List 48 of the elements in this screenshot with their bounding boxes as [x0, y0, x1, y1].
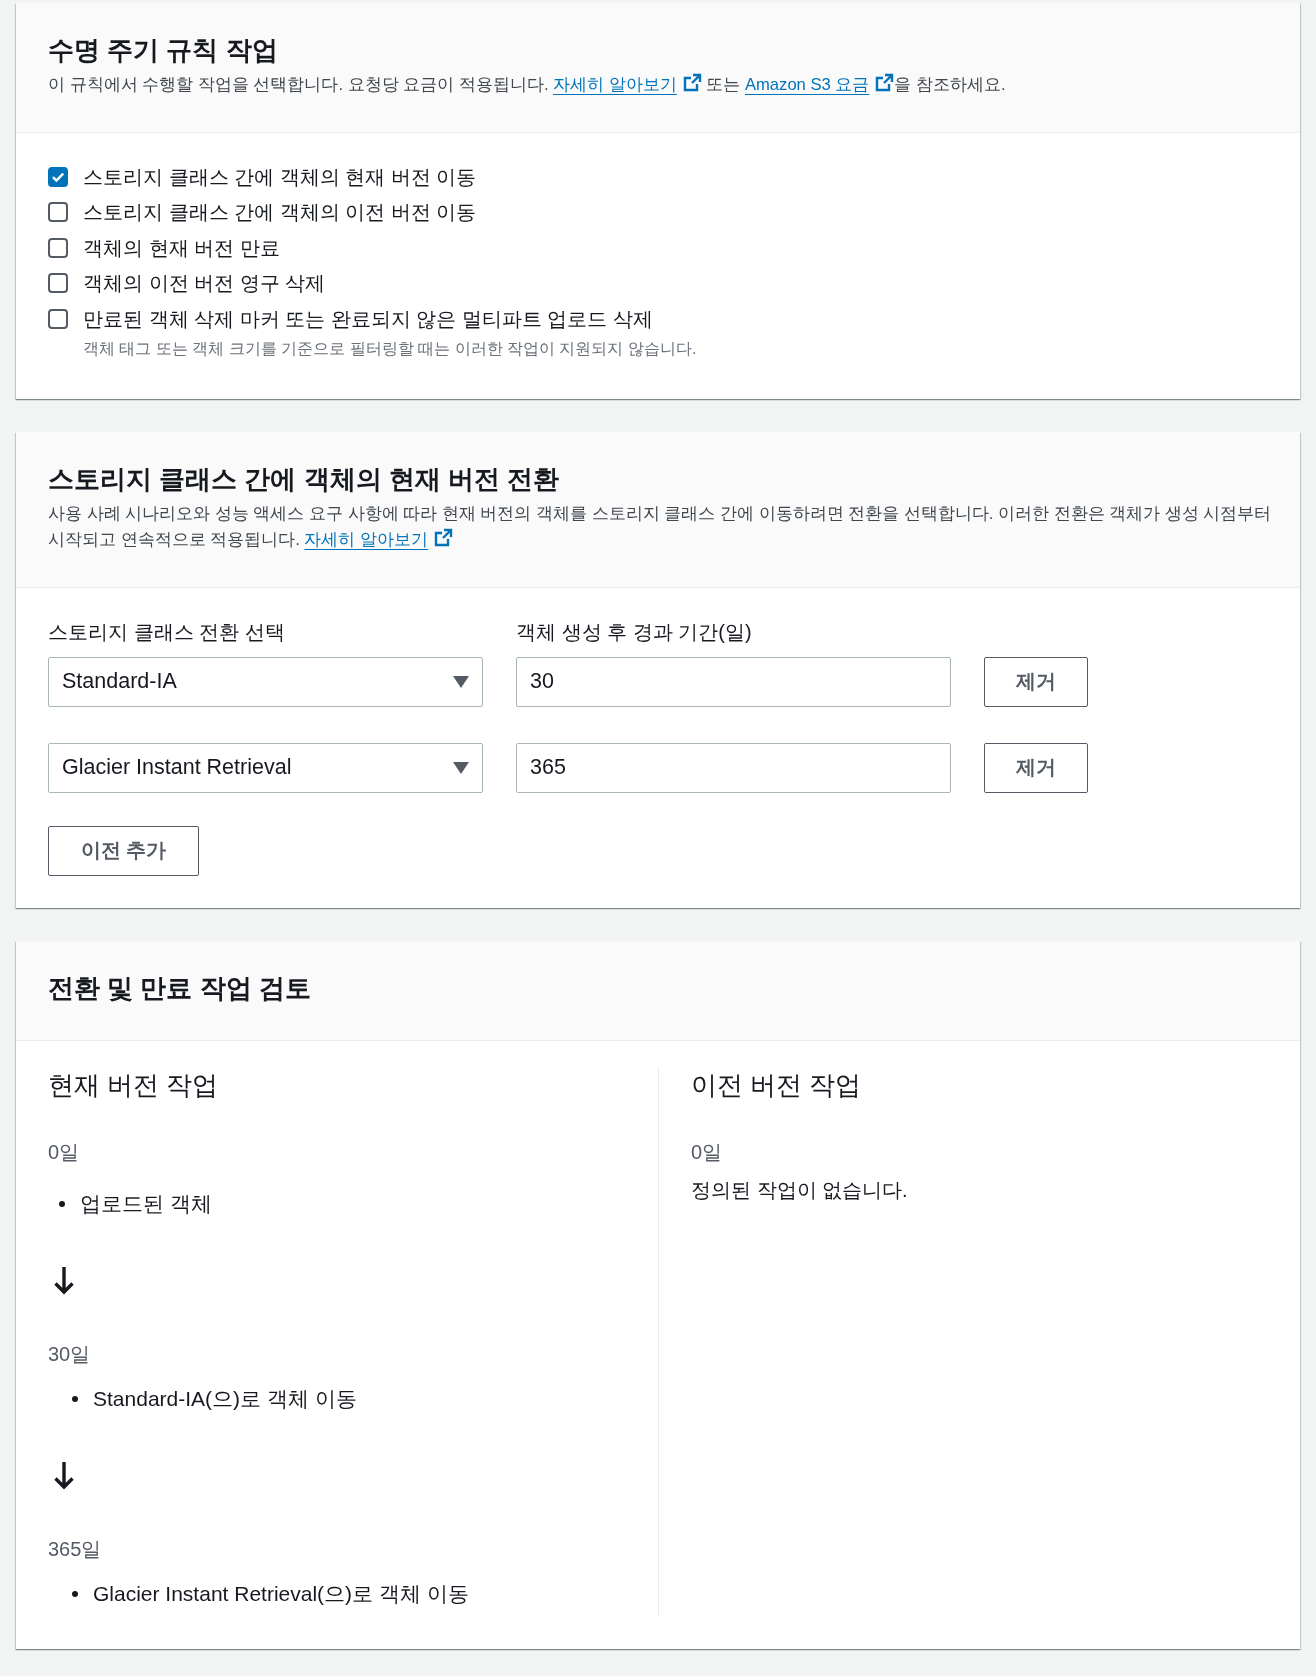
- day-label: 0일: [48, 1139, 81, 1165]
- add-transition-button[interactable]: 이전 추가: [48, 825, 199, 876]
- checkbox-label: 스토리지 클래스 간에 객체의 이전 버전 이동: [83, 200, 477, 226]
- step-text: 업로드된 객체: [80, 1190, 212, 1217]
- bullet-icon: [59, 1200, 65, 1207]
- down-arrow-icon: [53, 1460, 75, 1490]
- bullet-icon: [72, 1395, 78, 1402]
- checkbox-label: 스토리지 클래스 간에 객체의 현재 버전 이동: [83, 164, 477, 190]
- storage-class-select[interactable]: Glacier Instant Retrieval: [48, 742, 483, 793]
- day-label: 365일: [48, 1536, 103, 1562]
- bullet-icon: [72, 1590, 78, 1597]
- panel-title: 수명 주기 규칙 작업: [48, 34, 279, 67]
- field-label: 객체 생성 후 경과 기간(일): [516, 619, 753, 645]
- checkbox-label: 객체의 현재 버전 만료: [83, 235, 280, 261]
- empty-note: 정의된 작업이 없습니다.: [691, 1177, 909, 1203]
- panel-description: 이 규칙에서 수행할 작업을 선택합니다. 요청당 요금이 적용됩니다. 자세히 알아보기 또는 Amazon S3 요금 을 참조하세요.: [48, 72, 1007, 96]
- days-input[interactable]: 30: [516, 656, 951, 707]
- checkbox[interactable]: [48, 202, 68, 223]
- checkbox[interactable]: [48, 273, 68, 294]
- caret-down-icon: [453, 675, 469, 688]
- days-input[interactable]: 365: [516, 742, 951, 793]
- day-label: 0일: [691, 1139, 724, 1165]
- external-link[interactable]: 자세히 알아보기: [553, 75, 702, 94]
- panel-description: 사용 사례 시나리오와 성능 액세스 요구 사항에 따라 현재 버전의 객체를 스토리지 클래스 간에 이동하려면 전환을 선택합니다. 이러한 전환은 객체가 생성 시점부터 시작되고 연속적으로 적용됩니다. 자세히 알아보기: [48, 502, 1273, 551]
- panel-title: 전환 및 만료 작업 검토: [48, 971, 312, 1005]
- down-arrow-icon: [53, 1265, 75, 1295]
- step-text: Glacier Instant Retrieval(으)로 객체 이동: [93, 1580, 469, 1607]
- hint-text: 객체 태그 또는 객체 크기를 기준으로 필터링할 때는 이러한 작업이 지원되지 않습니다.: [83, 338, 698, 359]
- remove-button[interactable]: 제거: [984, 742, 1088, 793]
- step-text: Standard-IA(으)로 객체 이동: [93, 1385, 357, 1412]
- checkbox[interactable]: [48, 308, 68, 329]
- checkbox[interactable]: [48, 237, 68, 258]
- external-link-icon: [874, 73, 895, 93]
- external-link-icon: [433, 527, 454, 548]
- checkbox[interactable]: [48, 166, 68, 187]
- checkbox-label: 만료된 객체 삭제 마커 또는 완료되지 않은 멀티파트 업로드 삭제: [83, 306, 653, 332]
- field-label: 스토리지 클래스 전환 선택: [48, 619, 286, 645]
- caret-down-icon: [453, 761, 469, 774]
- external-link-icon: [681, 73, 702, 93]
- external-link[interactable]: 자세히 알아보기: [304, 529, 454, 549]
- column-heading: 이전 버전 작업: [691, 1068, 863, 1102]
- panel-title: 스토리지 클래스 간에 객체의 현재 버전 전환: [48, 462, 561, 496]
- checkbox-label: 객체의 이전 버전 영구 삭제: [83, 271, 326, 297]
- remove-button[interactable]: 제거: [984, 656, 1088, 707]
- day-label: 30일: [48, 1341, 92, 1367]
- storage-class-select[interactable]: Standard-IA: [48, 656, 483, 707]
- column-heading: 현재 버전 작업: [48, 1068, 220, 1102]
- external-link[interactable]: Amazon S3 요금: [744, 75, 895, 94]
